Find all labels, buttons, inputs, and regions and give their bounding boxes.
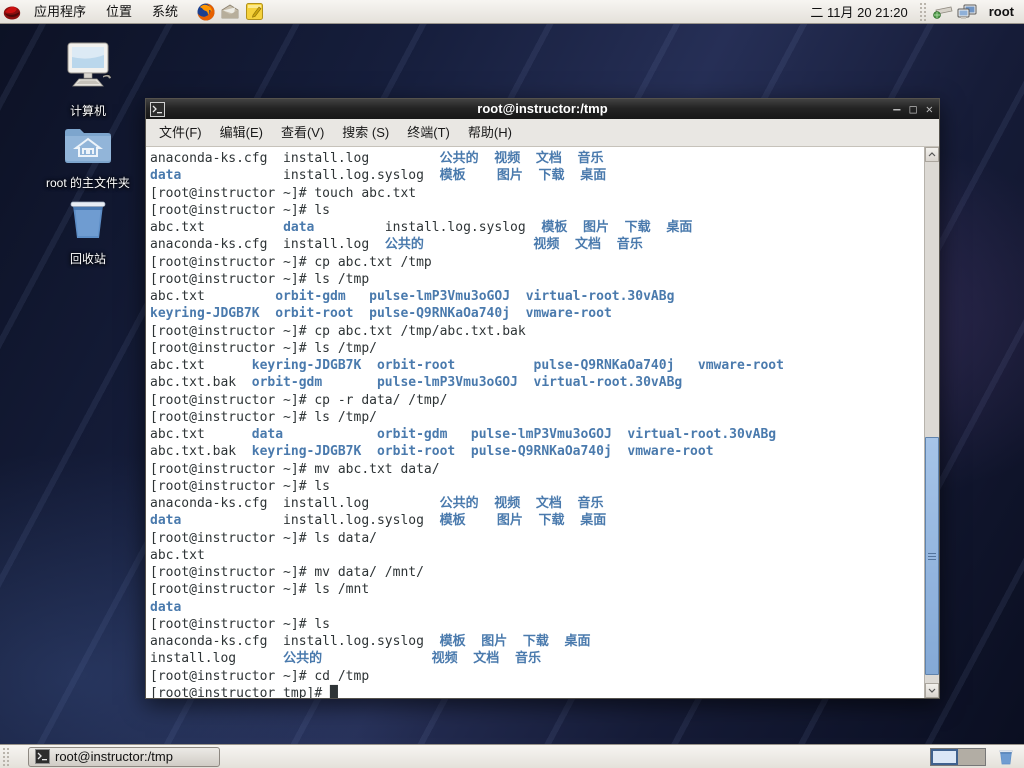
terminal-line: data install.log.syslog 模板 图片 下载 桌面	[150, 168, 607, 184]
terminal-line: install.log 公共的 视频 文档 音乐	[150, 651, 541, 667]
terminal-line: [root@instructor ~]# mv data/ /mnt/	[150, 565, 424, 580]
terminal-icon	[35, 749, 50, 764]
menu-help[interactable]: 帮助(H)	[459, 120, 521, 146]
menu-terminal[interactable]: 终端(T)	[398, 120, 459, 146]
desktop-icon-label: 计算机	[69, 104, 106, 118]
terminal-line: anaconda-ks.cfg install.log 公共的 视频 文档 音乐	[150, 151, 604, 166]
menu-places[interactable]: 位置	[96, 0, 142, 24]
terminal-content[interactable]: anaconda-ks.cfg install.log 公共的 视频 文档 音乐…	[146, 147, 939, 698]
terminal-line: [root@instructor ~]# ls /tmp/	[150, 409, 377, 425]
terminal-line: [root@instructor ~]# cd /tmp	[150, 668, 370, 684]
terminal-line: anaconda-ks.cfg install.log.syslog 模板 图片…	[150, 634, 591, 649]
terminal-line: abc.txt.bak orbit-gdm pulse-lmP3Vmu3oGOJ…	[150, 375, 683, 391]
desktop: 应用程序 位置 系统 二 11月 20 21:20 root 计算机 root …	[0, 0, 1024, 768]
terminal-line: [root@instructor tmp]# █	[150, 685, 338, 698]
email-icon[interactable]	[218, 0, 242, 24]
terminal-line: [root@instructor ~]# cp -r data/ /tmp/	[150, 392, 448, 408]
desktop-icon-home[interactable]: root 的主文件夹	[18, 124, 158, 191]
computer-icon	[59, 42, 117, 99]
menu-edit[interactable]: 编辑(E)	[211, 120, 272, 146]
terminal-line: [root@instructor ~]# ls /tmp/	[150, 340, 377, 356]
desktop-icon-trash[interactable]: 回收站	[18, 196, 158, 267]
desktop-icon-label: root 的主文件夹	[45, 176, 130, 190]
terminal-line: keyring-JDGB7K orbit-root pulse-Q9RNKaOa…	[150, 306, 612, 322]
close-icon[interactable]: ✕	[926, 99, 933, 119]
keyboard-indicator-icon[interactable]	[931, 0, 955, 24]
workspace-1[interactable]	[931, 748, 958, 765]
menu-system[interactable]: 系统	[142, 0, 188, 24]
terminal-text: anaconda-ks.cfg install.log 公共的 视频 文档 音乐…	[150, 150, 923, 698]
scroll-up-button[interactable]	[925, 147, 939, 162]
display-settings-icon[interactable]	[955, 0, 979, 24]
desktop-icon-computer[interactable]: 计算机	[18, 42, 158, 119]
bottom-panel: root@instructor:/tmp	[0, 744, 1024, 768]
window-menubar: 文件(F) 编辑(E) 查看(V) 搜索 (S) 终端(T) 帮助(H)	[146, 119, 939, 147]
terminal-line: [root@instructor ~]# ls	[150, 478, 331, 494]
user-switcher[interactable]: root	[979, 4, 1024, 19]
terminal-line: abc.txt.bak keyring-JDGB7K orbit-root pu…	[150, 444, 714, 460]
terminal-line: [root@instructor ~]# ls data/	[150, 530, 377, 546]
terminal-line: abc.txt	[150, 547, 205, 563]
terminal-line: [root@instructor ~]# cp abc.txt /tmp	[150, 254, 432, 270]
terminal-line: [root@instructor ~]# mv abc.txt data/	[150, 461, 440, 477]
terminal-window: root@instructor:/tmp – □ ✕ 文件(F) 编辑(E) 查…	[145, 98, 940, 699]
terminal-line: anaconda-ks.cfg install.log 公共的 视频 文档 音乐	[150, 496, 604, 511]
minimize-icon[interactable]: –	[893, 99, 900, 119]
workspace-2[interactable]	[958, 748, 985, 765]
menu-view[interactable]: 查看(V)	[272, 120, 333, 146]
scroll-down-button[interactable]	[925, 683, 939, 698]
terminal-line: abc.txt keyring-JDGB7K orbit-root pulse-…	[150, 358, 784, 373]
redhat-menu-icon[interactable]	[0, 0, 24, 24]
terminal-line: [root@instructor ~]# ls /tmp	[150, 271, 370, 287]
menu-applications[interactable]: 应用程序	[24, 0, 96, 24]
top-panel: 应用程序 位置 系统 二 11月 20 21:20 root	[0, 0, 1024, 24]
clock[interactable]: 二 11月 20 21:20	[802, 2, 915, 21]
terminal-line: abc.txt orbit-gdm pulse-lmP3Vmu3oGOJ vir…	[150, 289, 675, 304]
terminal-line: [root@instructor ~]# cp abc.txt /tmp/abc…	[150, 323, 526, 339]
taskbar-window-label: root@instructor:/tmp	[55, 749, 173, 764]
terminal-line: abc.txt data install.log.syslog 模板 图片 下载…	[150, 220, 693, 235]
titlebar[interactable]: root@instructor:/tmp – □ ✕	[146, 99, 939, 119]
trash-icon	[65, 196, 111, 247]
firefox-icon[interactable]	[194, 0, 218, 24]
scrollbar-thumb[interactable]	[925, 437, 939, 675]
terminal-line: [root@instructor ~]# ls /mnt	[150, 582, 370, 598]
terminal-line: abc.txt data orbit-gdm pulse-lmP3Vmu3oGO…	[150, 427, 777, 442]
terminal-line: anaconda-ks.cfg install.log 公共的 视频 文档 音乐	[150, 237, 643, 253]
desktop-icon-label: 回收站	[69, 252, 106, 266]
terminal-line: [root@instructor ~]# touch abc.txt	[150, 185, 417, 201]
panel-grip-bottom[interactable]	[2, 746, 11, 767]
maximize-icon[interactable]: □	[910, 99, 917, 119]
taskbar-window-button[interactable]: root@instructor:/tmp	[28, 746, 220, 767]
window-title: root@instructor:/tmp	[477, 101, 608, 116]
terminal-line: [root@instructor ~]# ls	[150, 202, 331, 218]
terminal-icon	[150, 101, 165, 117]
panel-grip[interactable]	[918, 1, 928, 22]
notes-icon[interactable]	[242, 0, 266, 24]
terminal-line: data install.log.syslog 模板 图片 下载 桌面	[150, 513, 607, 529]
trash-applet-icon[interactable]	[994, 745, 1018, 768]
menu-file[interactable]: 文件(F)	[150, 120, 211, 146]
terminal-line: data	[150, 599, 182, 615]
menu-search[interactable]: 搜索 (S)	[333, 120, 398, 146]
terminal-line: [root@instructor ~]# ls	[150, 616, 331, 632]
home-folder-icon	[62, 124, 114, 171]
workspace-switcher	[930, 747, 986, 766]
scrollbar[interactable]	[924, 147, 939, 698]
